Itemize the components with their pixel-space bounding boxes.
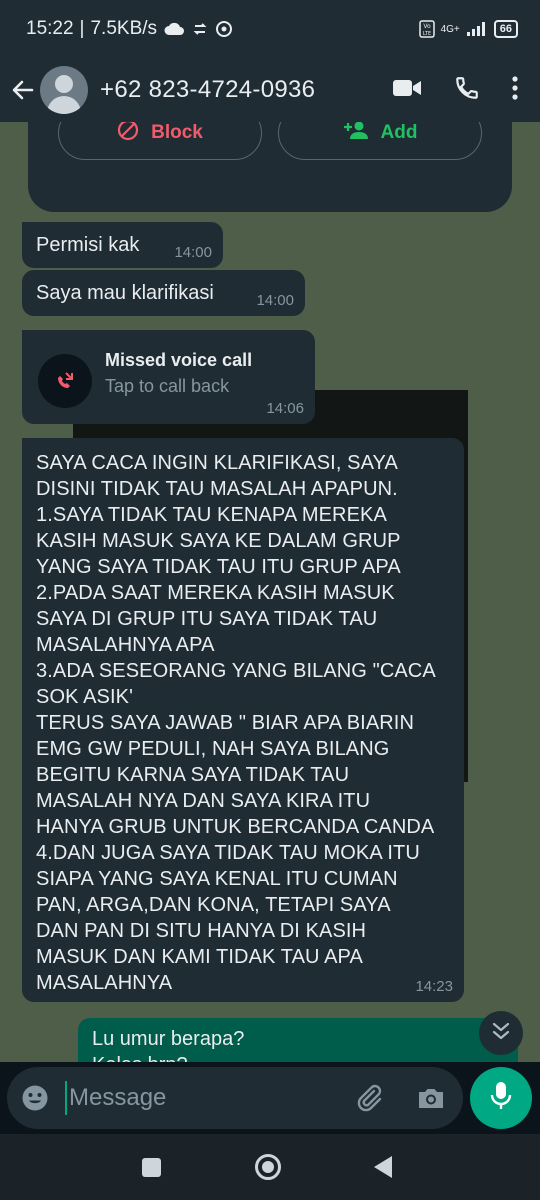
avatar-body: [47, 96, 81, 114]
message-time: 14:00: [174, 244, 212, 261]
add-contact-button[interactable]: Add: [278, 122, 482, 160]
paperclip-icon[interactable]: [353, 1082, 385, 1114]
voice-call-icon[interactable]: [454, 75, 480, 106]
cloud-icon: [163, 21, 185, 37]
block-icon: [117, 122, 139, 147]
voice-message-button[interactable]: [470, 1067, 532, 1129]
home-button[interactable]: [255, 1154, 281, 1180]
outgoing-message-bubble[interactable]: Lu umur berapa? Kelas brp?: [78, 1018, 518, 1062]
volte-icon: Vo LTE: [418, 20, 435, 38]
unknown-contact-card: Block Add: [28, 122, 512, 212]
message-text: Permisi kak: [36, 234, 140, 256]
avatar-head: [55, 75, 73, 93]
message-bubble[interactable]: Permisi kak 14:00: [22, 222, 223, 268]
status-right: Vo LTE 4G+ 66: [418, 20, 518, 38]
missed-call-bubble[interactable]: Missed voice call Tap to call back 14:06: [22, 330, 315, 424]
message-text: Saya mau klarifikasi: [36, 282, 214, 304]
message-input-bar: [7, 1067, 463, 1129]
message-input[interactable]: [65, 1081, 335, 1115]
chat-header: +62 823-4724-0936: [0, 58, 540, 122]
svg-text:LTE: LTE: [422, 31, 430, 37]
back-button[interactable]: [374, 1156, 392, 1178]
contact-name[interactable]: +62 823-4724-0936: [100, 76, 315, 104]
composer: [0, 1062, 540, 1134]
signal-icon: [466, 21, 488, 37]
call-subtitle: Tap to call back: [105, 376, 230, 396]
message-bubble[interactable]: Saya mau klarifikasi 14:00: [22, 270, 305, 316]
call-title: Missed voice call: [105, 350, 253, 370]
microphone-icon: [489, 1081, 513, 1116]
network-type: 4G+: [440, 23, 460, 35]
missed-call-icon: [38, 354, 92, 408]
message-time: 14:06: [266, 400, 304, 417]
message-text: SAYA CACA INGIN KLARIFIKASI, SAYA DISINI…: [36, 452, 436, 994]
chat-area[interactable]: Block Add Permisi kak 14:00 Saya mau kla…: [0, 122, 540, 1062]
status-time: 15:22: [26, 18, 74, 39]
recents-button[interactable]: [142, 1158, 161, 1177]
block-button[interactable]: Block: [58, 122, 262, 160]
message-time: 14:00: [256, 292, 294, 309]
battery-indicator: 66: [493, 20, 518, 38]
message-bubble[interactable]: SAYA CACA INGIN KLARIFIKASI, SAYA DISINI…: [22, 438, 464, 1002]
scroll-down-button[interactable]: [479, 1011, 523, 1055]
double-chevron-down-icon: [491, 1022, 511, 1045]
add-person-icon: [343, 122, 369, 146]
more-options-icon[interactable]: [512, 75, 518, 105]
system-nav-bar: [0, 1134, 540, 1200]
back-arrow-icon[interactable]: [10, 77, 36, 103]
sync-icon: [191, 20, 209, 38]
emoji-icon[interactable]: [21, 1084, 49, 1112]
status-bar: 15:22 | 7.5KB/s Vo LTE 4G+ 66: [0, 0, 540, 58]
network-speed: 7.5KB/s: [90, 18, 158, 39]
message-time: 14:23: [415, 978, 453, 995]
message-text: Lu umur berapa? Kelas brp?: [92, 1028, 245, 1062]
app-notification-icon: [215, 20, 233, 38]
header-actions: [392, 75, 540, 106]
status-left: 15:22 | 7.5KB/s: [26, 18, 233, 40]
video-call-icon[interactable]: [392, 77, 422, 104]
svg-text:Vo: Vo: [423, 23, 431, 30]
block-label: Block: [151, 122, 203, 143]
contact-avatar[interactable]: [40, 66, 88, 114]
camera-icon[interactable]: [415, 1082, 447, 1114]
add-label: Add: [380, 122, 418, 143]
status-divider: |: [79, 18, 85, 39]
